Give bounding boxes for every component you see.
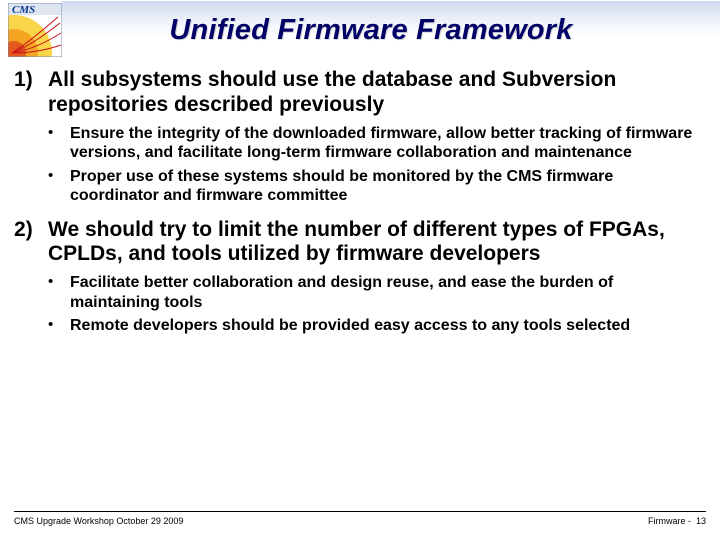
list-item-text: All subsystems should use the database a… [48,68,706,118]
page-number: 13 [696,516,706,526]
sub-list-item: • Remote developers should be provided e… [14,316,706,336]
slide-body: 1 All subsystems should use the database… [0,60,720,540]
bullet-icon: • [14,316,70,334]
logo-text: CMS [12,4,35,16]
list-item-text: We should try to limit the number of dif… [48,218,706,268]
list-number: 1 [14,68,48,92]
bullet-icon: • [14,167,70,185]
footer-right: Firmware - 13 [648,516,706,526]
sub-list-item: • Facilitate better collaboration and de… [14,273,706,312]
slide-footer: CMS Upgrade Workshop October 29 2009 Fir… [0,511,720,526]
footer-divider [14,511,706,512]
cms-logo-icon: CMS [8,3,62,57]
slide: CMS U [0,0,720,540]
sub-list-item: • Ensure the integrity of the downloaded… [14,124,706,163]
title-bar: Unified Firmware Framework [62,1,720,59]
sub-list-text: Proper use of these systems should be mo… [70,167,706,206]
cms-logo: CMS [8,3,62,57]
bullet-icon: • [14,124,70,142]
sub-list: • Facilitate better collaboration and de… [14,273,706,336]
sub-list-text: Facilitate better collaboration and desi… [70,273,706,312]
list-item: 2 We should try to limit the number of d… [14,218,706,336]
sub-list: • Ensure the integrity of the downloaded… [14,124,706,206]
sub-list-item: • Proper use of these systems should be … [14,167,706,206]
list-number: 2 [14,218,48,242]
numbered-list: 1 All subsystems should use the database… [14,68,706,336]
bullet-icon: • [14,273,70,291]
sub-list-text: Remote developers should be provided eas… [70,316,638,336]
sub-list-text: Ensure the integrity of the downloaded f… [70,124,706,163]
footer-left-text: CMS Upgrade Workshop October 29 2009 [14,516,183,526]
slide-title: Unified Firmware Framework [169,14,572,47]
slide-header: CMS U [0,0,720,60]
footer-label: Firmware - [648,516,694,526]
list-item: 1 All subsystems should use the database… [14,68,706,206]
